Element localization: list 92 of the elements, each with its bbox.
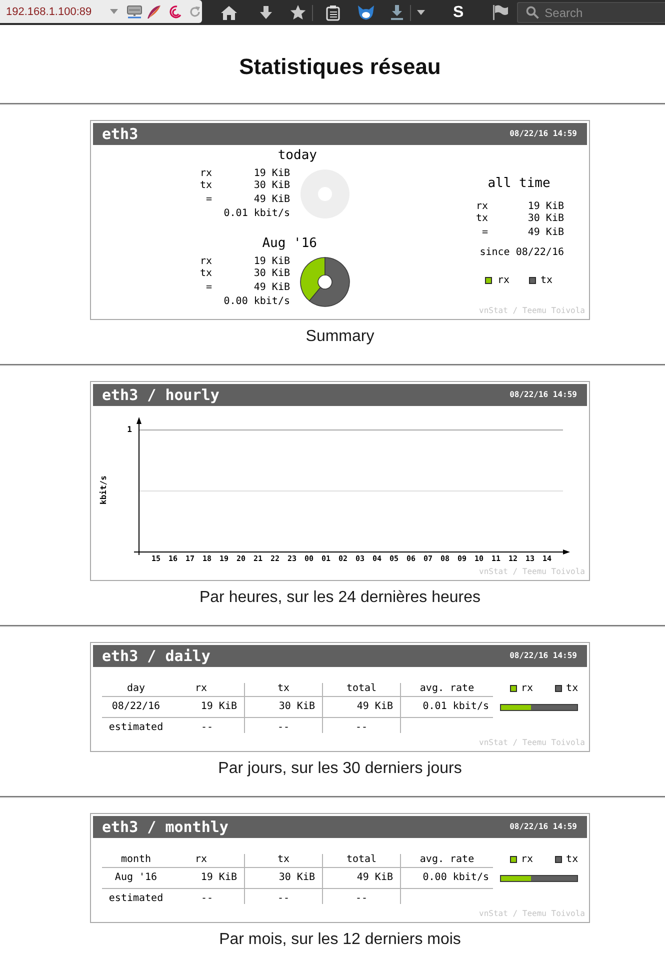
column-header: tx (277, 854, 290, 865)
legend-label: tx (540, 274, 553, 286)
column-header: month (120, 854, 152, 865)
timestamp: 08/22/16 14:59 (510, 390, 577, 400)
caption: Par jours, sur les 30 derniers jours (218, 759, 462, 779)
flag-icon[interactable] (492, 5, 508, 20)
card-title: eth3 (102, 125, 138, 143)
column-header: tx (277, 683, 290, 694)
stat-label: = (206, 194, 212, 206)
table-cell: -- (355, 722, 368, 733)
search-field[interactable]: Search (516, 2, 665, 23)
credit-text: vnStat / Teemu Toivola (479, 306, 585, 316)
table-cell: 19 KiB (200, 701, 237, 713)
stat-value: 30 KiB (254, 180, 290, 192)
swirl-icon[interactable] (169, 4, 182, 18)
stat-value: 49 KiB (254, 282, 290, 294)
legend-label: tx (566, 683, 578, 694)
caret-icon[interactable] (417, 10, 425, 15)
stat-value: 49 KiB (254, 194, 290, 206)
period-title: today (278, 148, 317, 164)
star-icon[interactable] (290, 5, 306, 20)
table-cell: 49 KiB (356, 872, 393, 884)
column-header: avg. rate (420, 683, 474, 694)
rate-value: 0.01 kbit/s (224, 208, 290, 220)
table-cell: 30 KiB (278, 701, 315, 713)
rate-value: 0.00 kbit/s (224, 296, 290, 308)
table-cell: -- (277, 722, 290, 733)
stat-label: = (206, 282, 212, 294)
download-icon[interactable] (390, 4, 404, 20)
column-header: rx (195, 854, 208, 865)
since-text: since 08/22/16 (480, 246, 564, 258)
period-title: Aug '16 (262, 236, 317, 252)
timestamp: 08/22/16 14:59 (510, 129, 577, 139)
stat-value: 19 KiB (528, 200, 564, 212)
table-cell: -- (277, 893, 290, 904)
home-icon[interactable] (221, 6, 237, 20)
stat-label: rx (476, 200, 488, 212)
card-title: eth3 / hourly (102, 386, 220, 404)
stat-value: 19 KiB (254, 256, 290, 268)
stat-label: tx (476, 212, 488, 224)
column-header: avg. rate (420, 854, 474, 865)
table-cell: -- (200, 893, 214, 904)
credit-text: vnStat / Teemu Toivola (479, 738, 585, 748)
stat-value: 30 KiB (254, 268, 290, 280)
period-title: all time (488, 176, 550, 192)
table-cell: 0.00 kbit/s (422, 872, 489, 884)
row-label: 08/22/16 (112, 701, 160, 713)
column-header: rx (195, 683, 208, 694)
row-label: estimated (108, 722, 164, 733)
legend-label: rx (497, 274, 510, 286)
table-cell: 0.01 kbit/s (422, 701, 489, 713)
timestamp: 08/22/16 14:59 (510, 651, 577, 661)
address-field[interactable]: 192.168.1.100:89 (0, 0, 202, 23)
clipboard-icon[interactable] (326, 4, 340, 20)
credit-text: vnStat / Teemu Toivola (479, 567, 585, 577)
table-cell: 19 KiB (200, 872, 237, 884)
caption: Par mois, sur les 12 derniers mois (219, 930, 461, 950)
column-header: total (346, 683, 377, 694)
legend-label: rx (521, 683, 534, 694)
stat-label: rx (200, 256, 212, 268)
stat-label: tx (200, 180, 212, 192)
legend-label: tx (566, 854, 578, 865)
caption: Par heures, sur les 24 dernières heures (199, 588, 481, 608)
down-arrow-icon[interactable] (260, 6, 272, 19)
row-label: Aug '16 (114, 872, 158, 884)
axis-title: kbit/s (99, 476, 108, 504)
stat-value: 19 KiB (254, 168, 290, 180)
scale-label: 1 (127, 425, 132, 434)
stat-value: 30 KiB (528, 212, 564, 224)
stat-label: tx (200, 268, 212, 280)
feather-icon[interactable] (147, 4, 161, 18)
table-cell: 49 KiB (356, 701, 393, 713)
cat-head-icon[interactable] (357, 5, 375, 20)
caption: Summary (306, 327, 374, 347)
column-header: day (126, 683, 146, 694)
column-header: total (346, 854, 377, 865)
legend-label: rx (521, 854, 534, 865)
table-cell: -- (355, 893, 368, 904)
stat-value: 49 KiB (528, 226, 564, 238)
card-title: eth3 / monthly (102, 818, 228, 836)
card-title: eth3 / daily (102, 647, 210, 665)
page-title: Statistiques réseau (239, 53, 441, 81)
search-icon (526, 6, 539, 19)
drive-icon[interactable] (127, 4, 142, 18)
credit-text: vnStat / Teemu Toivola (479, 909, 585, 919)
stat-label: rx (200, 168, 212, 180)
extension-button[interactable]: S (452, 4, 465, 22)
row-label: estimated (108, 893, 164, 904)
timestamp: 08/22/16 14:59 (510, 822, 577, 832)
table-cell: -- (200, 722, 214, 733)
table-cell: 30 KiB (278, 872, 315, 884)
stat-label: = (482, 226, 488, 238)
